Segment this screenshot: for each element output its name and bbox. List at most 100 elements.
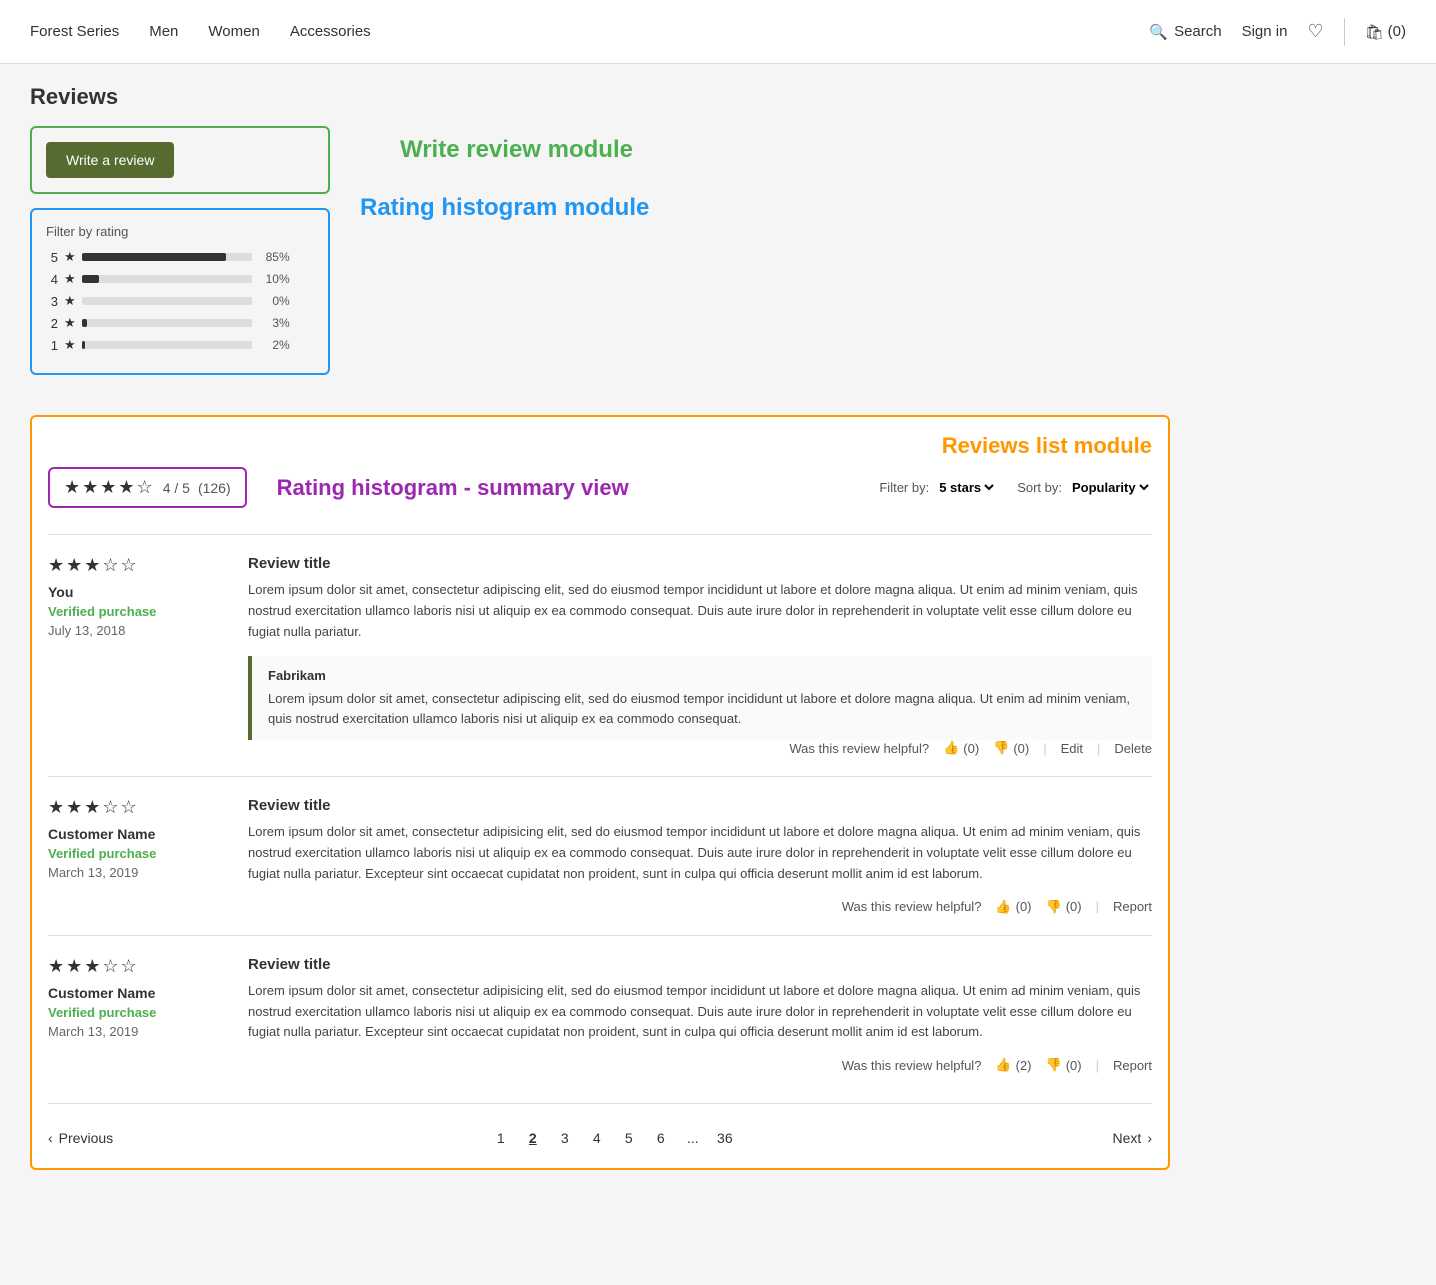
reviews-list-module-label: Reviews list module: [942, 433, 1152, 459]
wishlist-button[interactable]: ♡: [1307, 21, 1323, 42]
cart-count: (0): [1388, 23, 1406, 40]
edit-button[interactable]: Edit: [1061, 741, 1083, 756]
bar-fill: [82, 341, 85, 349]
page-number[interactable]: 36: [711, 1124, 739, 1152]
rating-histogram-module: Filter by rating 5 ★ 85% 4 ★ 10% 3 ★ 0% …: [30, 208, 330, 375]
thumbs-up-icon: 👍: [995, 1057, 1011, 1073]
search-button[interactable]: 🔍 Search: [1149, 23, 1221, 41]
bar-container[interactable]: [82, 275, 252, 283]
separator: |: [1097, 741, 1100, 756]
bar-fill: [82, 275, 99, 283]
chevron-left-icon: ‹: [48, 1130, 53, 1146]
separator: |: [1096, 899, 1099, 914]
thumbs-up-count: (2): [1016, 1058, 1032, 1073]
filter-by-label: Filter by:: [879, 480, 929, 495]
thumbs-up-button[interactable]: 👍 (2): [995, 1057, 1031, 1073]
star-number: 1: [46, 338, 58, 353]
page-number[interactable]: 6: [647, 1124, 675, 1152]
summary-view-label: Rating histogram - summary view: [277, 475, 629, 501]
helpful-label: Was this review helpful?: [842, 1058, 982, 1073]
review-actions: Was this review helpful? 👍 (0) 👎 (0) | R…: [248, 899, 1152, 915]
separator: |: [1043, 741, 1046, 756]
thumbs-up-button[interactable]: 👍 (0): [943, 740, 979, 756]
page-number[interactable]: 5: [615, 1124, 643, 1152]
bar-container[interactable]: [82, 319, 252, 327]
sort-by-label: Sort by:: [1017, 480, 1062, 495]
previous-label: Previous: [59, 1130, 113, 1146]
nav-women[interactable]: Women: [208, 23, 259, 40]
review-actions: Was this review helpful? 👍 (2) 👎 (0) | R…: [248, 1057, 1152, 1073]
page-number[interactable]: 3: [551, 1124, 579, 1152]
sort-by-item: Sort by: Popularity Newest Oldest: [1017, 479, 1152, 496]
table-row: ★★★☆☆ Customer Name Verified purchase Ma…: [48, 776, 1152, 934]
helpful-label: Was this review helpful?: [842, 899, 982, 914]
report-button[interactable]: Report: [1113, 1058, 1152, 1073]
nav-forest-series[interactable]: Forest Series: [30, 23, 119, 40]
reviewer-name: You: [48, 584, 228, 600]
write-review-button[interactable]: Write a review: [46, 142, 174, 178]
previous-button[interactable]: ‹ Previous: [48, 1130, 113, 1146]
nav-men[interactable]: Men: [149, 23, 178, 40]
thumbs-down-button[interactable]: 👎 (0): [993, 740, 1029, 756]
review-left: ★★★☆☆ You Verified purchase July 13, 201…: [48, 555, 228, 756]
review-date: March 13, 2019: [48, 1024, 228, 1039]
filter-sort-bar: Filter by: 5 stars 4 stars 3 stars 2 sta…: [879, 479, 1152, 496]
write-review-module-label: Write review module: [400, 136, 649, 164]
thumbs-up-count: (0): [1016, 899, 1032, 914]
nav-accessories[interactable]: Accessories: [290, 23, 371, 40]
star-number: 4: [46, 272, 58, 287]
bar-container[interactable]: [82, 341, 252, 349]
page-number[interactable]: 1: [487, 1124, 515, 1152]
review-body: Lorem ipsum dolor sit amet, consectetur …: [248, 822, 1152, 884]
rating-histogram-module-label: Rating histogram module: [360, 194, 649, 222]
search-icon: 🔍: [1149, 23, 1168, 41]
response-author: Fabrikam: [268, 668, 1136, 683]
report-button[interactable]: Report: [1113, 899, 1152, 914]
delete-button[interactable]: Delete: [1114, 741, 1152, 756]
thumbs-down-button[interactable]: 👎 (0): [1046, 1057, 1082, 1073]
summary-stars: ★★★★☆: [64, 477, 155, 498]
bar-container[interactable]: [82, 253, 252, 261]
star-icon: ★: [64, 337, 76, 353]
thumbs-down-button[interactable]: 👎 (0): [1046, 899, 1082, 915]
review-date: July 13, 2018: [48, 623, 228, 638]
reviewer-name: Customer Name: [48, 985, 228, 1001]
sign-in-button[interactable]: Sign in: [1242, 23, 1288, 40]
helpful-label: Was this review helpful?: [789, 741, 929, 756]
review-body: Lorem ipsum dolor sit amet, consectetur …: [248, 580, 1152, 642]
left-modules: Write a review Filter by rating 5 ★ 85% …: [30, 126, 330, 395]
thumbs-up-button[interactable]: 👍 (0): [995, 899, 1031, 915]
thumbs-up-count: (0): [963, 741, 979, 756]
page-number[interactable]: 2: [519, 1124, 547, 1152]
reviews-list-module: Reviews list module ★★★★☆ 4 / 5 (126) Ra…: [30, 415, 1170, 1170]
bar-container[interactable]: [82, 297, 252, 305]
star-icon: ★: [64, 271, 76, 287]
table-row: ★★★☆☆ You Verified purchase July 13, 201…: [48, 534, 1152, 776]
review-left: ★★★☆☆ Customer Name Verified purchase Ma…: [48, 956, 228, 1073]
reviewer-name: Customer Name: [48, 826, 228, 842]
pagination: ‹ Previous 123456...36 Next ›: [48, 1103, 1152, 1152]
sort-by-select[interactable]: Popularity Newest Oldest: [1068, 479, 1152, 496]
page-number[interactable]: 4: [583, 1124, 611, 1152]
thumbs-down-count: (0): [1013, 741, 1029, 756]
star-icon: ★: [64, 315, 76, 331]
histogram-row: 4 ★ 10%: [46, 271, 314, 287]
next-button[interactable]: Next ›: [1113, 1130, 1152, 1146]
review-body: Lorem ipsum dolor sit amet, consectetur …: [248, 981, 1152, 1043]
bar-percent: 2%: [258, 338, 290, 352]
response-body: Lorem ipsum dolor sit amet, consectetur …: [268, 689, 1136, 728]
header: Forest Series Men Women Accessories 🔍 Se…: [0, 0, 1436, 64]
star-icon: ★: [64, 293, 76, 309]
header-right: 🔍 Search Sign in ♡ 🛍 (0): [1149, 18, 1406, 46]
table-row: ★★★☆☆ Customer Name Verified purchase Ma…: [48, 935, 1152, 1093]
cart-button[interactable]: 🛍 (0): [1365, 23, 1406, 41]
thumbs-up-icon: 👍: [943, 740, 959, 756]
filter-by-select[interactable]: 5 stars 4 stars 3 stars 2 stars 1 star: [935, 479, 997, 496]
star-number: 2: [46, 316, 58, 331]
verified-badge: Verified purchase: [48, 1005, 228, 1020]
summary-count: (126): [198, 480, 231, 496]
histogram-row: 5 ★ 85%: [46, 249, 314, 265]
cart-icon: 🛍: [1365, 23, 1384, 41]
bar-fill: [82, 253, 227, 261]
review-title: Review title: [248, 797, 1152, 814]
